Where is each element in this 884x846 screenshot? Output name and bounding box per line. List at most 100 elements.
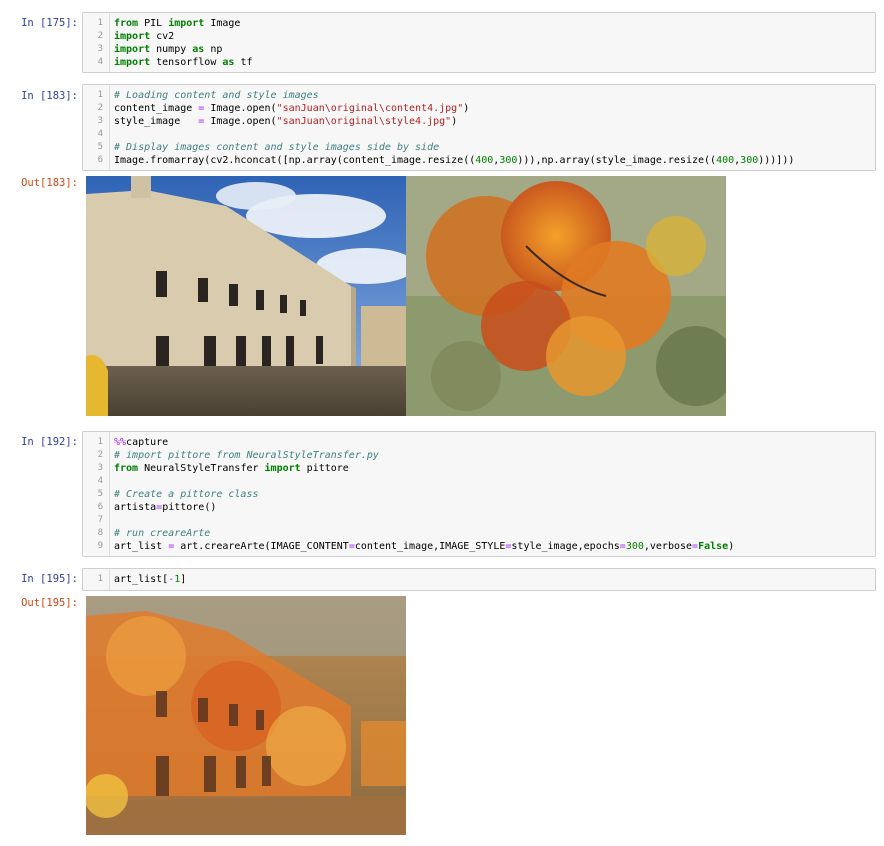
- code-token: as: [192, 44, 205, 55]
- content-and-style-image: [86, 176, 726, 416]
- line-number: 4: [97, 476, 103, 486]
- code-text[interactable]: %%capture: [114, 436, 168, 449]
- line-number: 7: [97, 515, 103, 525]
- code-token: np: [204, 44, 223, 55]
- code-token: ): [728, 541, 735, 552]
- line-number: 2: [97, 450, 103, 460]
- line-number: 4: [97, 57, 103, 67]
- code-token: capture: [126, 437, 169, 448]
- line-number: 5: [97, 489, 103, 499]
- code-token: import: [114, 31, 151, 42]
- code-text[interactable]: from NeuralStyleTransfer import pittore: [114, 462, 349, 475]
- code-token: pittore(): [162, 502, 217, 513]
- code-token: False: [698, 541, 729, 552]
- code-text[interactable]: Image.fromarray(cv2.hconcat([np.array(co…: [114, 154, 794, 167]
- code-token: 300: [625, 541, 644, 552]
- code-token: )))])): [758, 155, 795, 166]
- line-number: 3: [97, 44, 103, 54]
- cell-prompt: In [192]:: [21, 436, 78, 448]
- code-text[interactable]: art_list = art.creareArte(IMAGE_CONTENT=…: [114, 540, 734, 553]
- line-number: 9: [97, 541, 103, 551]
- line-number: 2: [97, 103, 103, 113]
- code-token: import: [168, 18, 205, 29]
- code-token: # Display images content and style image…: [114, 142, 440, 153]
- cell-prompt: In [175]:: [21, 17, 78, 29]
- code-token: tensorflow: [150, 57, 223, 68]
- code-text[interactable]: art_list[-1]: [114, 573, 186, 586]
- code-token: content_image: [114, 103, 199, 114]
- code-token: PIL: [138, 18, 169, 29]
- code-text[interactable]: from PIL import Image: [114, 17, 240, 30]
- cell-prompt: In [195]:: [21, 573, 78, 585]
- code-token: cv2: [150, 31, 175, 42]
- code-token: ]: [180, 574, 187, 585]
- code-cell[interactable]: 1 art_list[-1]: [82, 568, 876, 591]
- code-text[interactable]: content_image = Image.open("sanJuan\orig…: [114, 102, 469, 115]
- code-token: tf: [234, 57, 253, 68]
- code-text[interactable]: import cv2: [114, 30, 174, 43]
- code-token: "sanJuan\original\style4.jpg": [276, 116, 452, 127]
- code-token: ,verbose: [643, 541, 693, 552]
- code-token: # Loading content and style images: [114, 90, 319, 101]
- code-cell[interactable]: 1 %%capture 2 # import pittore from NeuralS…: [82, 431, 876, 557]
- code-text[interactable]: import tensorflow as tf: [114, 56, 252, 69]
- code-text[interactable]: # Create a pittore class: [114, 488, 259, 501]
- code-text[interactable]: # run creareArte: [114, 527, 210, 540]
- line-number: 3: [97, 116, 103, 126]
- code-token: 400: [716, 155, 735, 166]
- line-number: 1: [97, 18, 103, 28]
- line-number: 1: [97, 437, 103, 447]
- code-token: NeuralStyleTransfer: [138, 463, 265, 474]
- code-token: # run creareArte: [114, 528, 211, 539]
- code-token: Image.fromarray(cv2.hconcat([np.array(co…: [114, 155, 476, 166]
- code-token: Image: [204, 18, 241, 29]
- line-number: 5: [97, 142, 103, 152]
- code-token: art_list[: [114, 574, 169, 585]
- code-token: ): [463, 103, 470, 114]
- line-number: 1: [97, 90, 103, 100]
- code-token: content_image,IMAGE_STYLE: [354, 541, 506, 552]
- code-text[interactable]: # Display images content and style image…: [114, 141, 439, 154]
- code-token: from: [114, 463, 139, 474]
- code-token: import: [264, 463, 301, 474]
- code-token: 300: [740, 155, 759, 166]
- stylized-output-image: [86, 596, 406, 835]
- code-token: 300: [499, 155, 518, 166]
- code-token: Image.open(: [204, 116, 277, 127]
- line-number: 6: [97, 155, 103, 165]
- code-token: art_list: [114, 541, 169, 552]
- code-token: art.creareArte(IMAGE_CONTENT: [174, 541, 349, 552]
- code-token: Image.open(: [204, 103, 277, 114]
- code-token: "sanJuan\original\content4.jpg": [276, 103, 464, 114]
- code-token: import: [114, 57, 151, 68]
- line-number: 4: [97, 129, 103, 139]
- code-token: 400: [475, 155, 494, 166]
- code-token: style_image,epochs: [511, 541, 620, 552]
- code-token: %%: [114, 437, 127, 448]
- line-number: 2: [97, 31, 103, 41]
- code-token: from: [114, 18, 139, 29]
- line-number: 8: [97, 528, 103, 538]
- line-number: 6: [97, 502, 103, 512]
- code-token: as: [222, 57, 235, 68]
- code-token: numpy: [150, 44, 193, 55]
- code-text[interactable]: # import pittore from NeuralStyleTransfe…: [114, 449, 379, 462]
- code-token: artista: [114, 502, 157, 513]
- output-prompt: Out[183]:: [21, 177, 78, 189]
- line-number: 3: [97, 463, 103, 473]
- code-text[interactable]: style_image = Image.open("sanJuan\origin…: [114, 115, 457, 128]
- code-text[interactable]: # Loading content and style images: [114, 89, 319, 102]
- code-cell[interactable]: 1 # Loading content and style images 2 cont…: [82, 84, 876, 171]
- code-token: import: [114, 44, 151, 55]
- code-token: # Create a pittore class: [114, 489, 259, 500]
- code-text[interactable]: artista=pittore(): [114, 501, 216, 514]
- code-token: pittore: [300, 463, 349, 474]
- line-number: 1: [97, 574, 103, 584]
- cell-prompt: In [183]:: [21, 90, 78, 102]
- code-token: style_image: [114, 116, 199, 127]
- code-token: # import pittore from NeuralStyleTransfe…: [114, 450, 379, 461]
- code-token: ))),np.array(style_image.resize((: [517, 155, 717, 166]
- code-cell[interactable]: 1 from PIL import Image 2 import cv2 3 import…: [82, 12, 876, 73]
- output-prompt: Out[195]:: [21, 597, 78, 609]
- code-text[interactable]: import numpy as np: [114, 43, 222, 56]
